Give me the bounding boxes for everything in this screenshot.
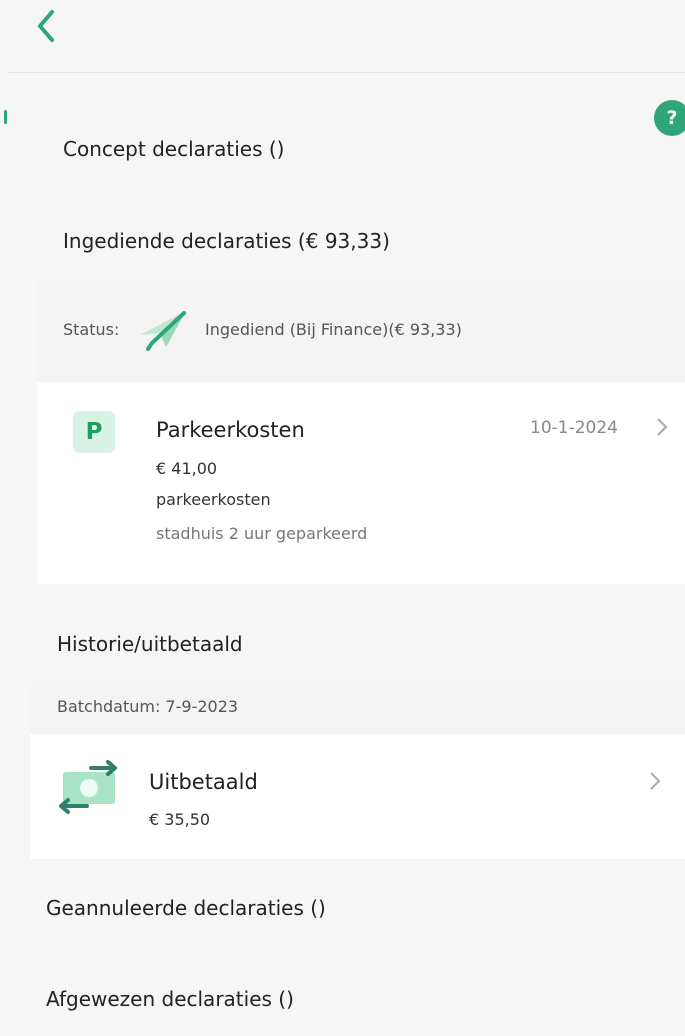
chevron-left-icon[interactable]	[32, 8, 62, 44]
declaration-title: Parkeerkosten	[156, 418, 305, 442]
section-geannuleerde-declaraties[interactable]: Geannuleerde declaraties ()	[46, 896, 326, 920]
payout-amount: € 35,50	[149, 810, 211, 829]
top-bar	[8, 0, 685, 73]
declaration-date: 10-1-2024	[530, 418, 618, 438]
section-ingediende-declaraties[interactable]: Ingediende declaraties (€ 93,33)	[63, 229, 390, 253]
status-text: Ingediend (Bij Finance)(€ 93,33)	[205, 320, 462, 339]
money-transfer-icon	[53, 760, 125, 814]
section-afgewezen-declaraties[interactable]: Afgewezen declaraties ()	[46, 987, 294, 1011]
batch-date: Batchdatum: 7-9-2023	[57, 697, 239, 716]
declaration-description: stadhuis 2 uur geparkeerd	[156, 524, 368, 543]
edge-marker	[4, 110, 7, 124]
payout-title: Uitbetaald	[149, 770, 258, 794]
batch-row: Batchdatum: 7-9-2023	[30, 682, 685, 734]
declaration-card[interactable]	[37, 382, 685, 584]
parking-icon: P	[73, 411, 115, 453]
declaration-category: parkeerkosten	[156, 490, 271, 509]
chevron-right-icon[interactable]	[648, 770, 662, 796]
declaration-amount: € 41,00	[156, 459, 218, 478]
help-button[interactable]: ?	[654, 100, 685, 136]
status-prefix: Status:	[63, 320, 120, 339]
payout-card[interactable]	[30, 734, 685, 859]
section-historie-uitbetaald[interactable]: Historie/uitbetaald	[57, 632, 243, 656]
paper-plane-icon	[138, 307, 188, 351]
chevron-right-icon[interactable]	[655, 416, 669, 442]
status-row: Status: Ingediend (Bij Finance)(€ 93,33)	[37, 278, 685, 382]
section-concept-declaraties[interactable]: Concept declaraties ()	[63, 137, 284, 161]
